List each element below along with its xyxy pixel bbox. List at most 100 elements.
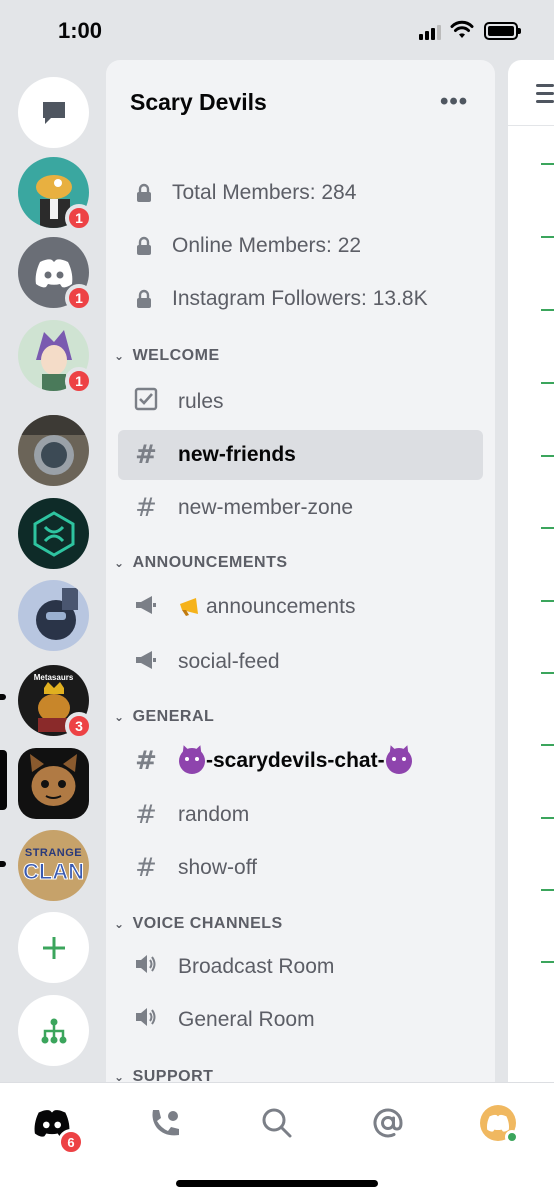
chat-header	[508, 60, 554, 126]
stat-label: Total Members: 284	[172, 181, 357, 204]
metasaurs-logo-text: Metasaurs	[33, 673, 74, 682]
channel-label: random	[178, 803, 250, 826]
hashtag-icon: #	[135, 746, 157, 776]
divider-tick	[541, 455, 554, 457]
speaker-icon	[132, 952, 160, 982]
chat-bubble-icon	[42, 101, 65, 124]
hashtag-icon: #	[135, 440, 157, 470]
notification-badge: 1	[65, 367, 93, 395]
channel-label: -scarydevils-chat-	[206, 749, 385, 772]
channel-scarydevils-chat[interactable]: # -scarydevils-chat-	[118, 736, 483, 786]
server-icon-discord[interactable]: 1	[18, 237, 93, 312]
channel-label: General Room	[178, 1008, 315, 1031]
divider-tick	[541, 382, 554, 384]
more-options-icon[interactable]: •••	[440, 88, 468, 116]
category-label: SUPPORT	[132, 1068, 214, 1082]
hashtag-icon: #	[135, 800, 157, 830]
home-indicator	[176, 1180, 378, 1187]
server-icon-hexagon[interactable]	[18, 498, 89, 569]
channel-new-member-zone[interactable]: # new-member-zone	[118, 483, 483, 533]
stat-instagram-followers[interactable]: Instagram Followers: 13.8K	[134, 284, 428, 314]
category-label: ANNOUNCEMENTS	[132, 554, 288, 571]
home-notification-badge: 6	[58, 1129, 84, 1155]
battery-icon	[484, 22, 521, 40]
speaker-icon	[132, 1005, 160, 1035]
astronaut-avatar-icon	[18, 415, 89, 475]
divider-tick	[541, 817, 554, 819]
unread-indicator	[0, 861, 6, 867]
hamburger-menu-icon[interactable]	[536, 84, 554, 108]
chevron-down-icon: ⌄	[114, 349, 125, 363]
channel-label: show-off	[178, 856, 257, 879]
channel-new-friends[interactable]: # new-friends	[118, 430, 483, 480]
server-icon-dino[interactable]: 1	[18, 157, 93, 232]
cellular-signal-icon	[419, 24, 441, 40]
stat-online-members[interactable]: Online Members: 22	[134, 231, 361, 261]
stat-label: Instagram Followers: 13.8K	[172, 287, 428, 310]
channel-rules[interactable]: rules	[118, 377, 483, 427]
server-icon-anime[interactable]: 1	[18, 320, 93, 395]
category-announcements[interactable]: ⌄ ANNOUNCEMENTS	[114, 553, 288, 573]
robot-avatar-icon	[36, 588, 78, 640]
chevron-down-icon: ⌄	[114, 710, 125, 724]
divider-tick	[541, 236, 554, 238]
channel-label: Broadcast Room	[178, 955, 335, 978]
channel-show-off[interactable]: # show-off	[118, 843, 483, 893]
notification-badge: 1	[65, 204, 93, 232]
plus-icon	[42, 936, 65, 959]
tab-mentions[interactable]	[368, 1103, 408, 1143]
lock-icon	[137, 183, 151, 202]
server-icon-strange-clan[interactable]: STRANGE CLAN	[18, 830, 89, 901]
divider-tick	[541, 309, 554, 311]
category-support[interactable]: ⌄ SUPPORT	[114, 1067, 213, 1082]
category-label: WELCOME	[132, 347, 220, 364]
chevron-down-icon: ⌄	[114, 556, 125, 570]
channel-label: social-feed	[178, 650, 280, 673]
channel-social-feed[interactable]: social-feed	[118, 637, 483, 687]
channel-label: new-friends	[178, 443, 296, 466]
category-voice-channels[interactable]: ⌄ VOICE CHANNELS	[114, 914, 283, 934]
stat-label: Online Members: 22	[172, 234, 362, 257]
channel-list-panel: Scary Devils ••• Total Members: 284 Onli…	[106, 60, 495, 1082]
hexagon-logo-icon	[33, 510, 74, 557]
devil-cat-avatar-icon	[30, 754, 77, 806]
strange-clan-logo-line2: CLAN	[22, 858, 85, 884]
category-label: VOICE CHANNELS	[132, 915, 283, 932]
hashtag-icon: #	[135, 493, 157, 523]
chevron-down-icon: ⌄	[114, 917, 125, 931]
tab-search[interactable]	[257, 1103, 297, 1143]
smiling-imp-emoji-icon	[179, 748, 205, 774]
channel-label: rules	[178, 390, 224, 413]
server-icon-metasaurs[interactable]: Metasaurs 3	[18, 665, 93, 740]
status-time: 1:00	[58, 18, 103, 43]
server-icon-astronaut[interactable]	[18, 415, 89, 486]
category-welcome[interactable]: ⌄ WELCOME	[114, 346, 220, 366]
notification-badge: 3	[65, 712, 93, 740]
category-label: GENERAL	[132, 708, 215, 725]
smiling-imp-emoji-icon	[385, 748, 412, 774]
category-general[interactable]: ⌄ GENERAL	[114, 707, 214, 727]
channel-random[interactable]: # random	[118, 790, 483, 840]
channel-label: announcements	[206, 595, 356, 618]
stat-total-members[interactable]: Total Members: 284	[134, 178, 356, 208]
tab-home[interactable]: 6	[32, 1103, 84, 1155]
tab-friends[interactable]	[146, 1103, 186, 1143]
tab-profile[interactable]	[478, 1103, 519, 1144]
direct-messages-button[interactable]	[18, 77, 89, 148]
server-icon-scary-devils[interactable]	[18, 748, 89, 819]
unread-indicator	[0, 694, 6, 700]
megaphone-emoji-icon	[180, 598, 198, 616]
chat-panel-peek[interactable]	[507, 60, 554, 1082]
wifi-icon	[450, 20, 474, 38]
announcement-megaphone-icon	[132, 647, 160, 677]
add-server-button[interactable]	[18, 912, 89, 983]
channel-broadcast-room[interactable]: Broadcast Room	[118, 942, 483, 992]
server-icon-robot[interactable]	[18, 580, 89, 651]
notification-badge: 1	[65, 284, 93, 312]
explore-servers-button[interactable]	[18, 995, 89, 1066]
channel-label: new-member-zone	[178, 496, 354, 519]
channel-general-room[interactable]: General Room	[118, 995, 483, 1045]
server-title[interactable]: Scary Devils	[130, 89, 267, 116]
channel-announcements[interactable]: announcements	[118, 582, 483, 632]
at-mention-icon	[373, 1108, 403, 1138]
